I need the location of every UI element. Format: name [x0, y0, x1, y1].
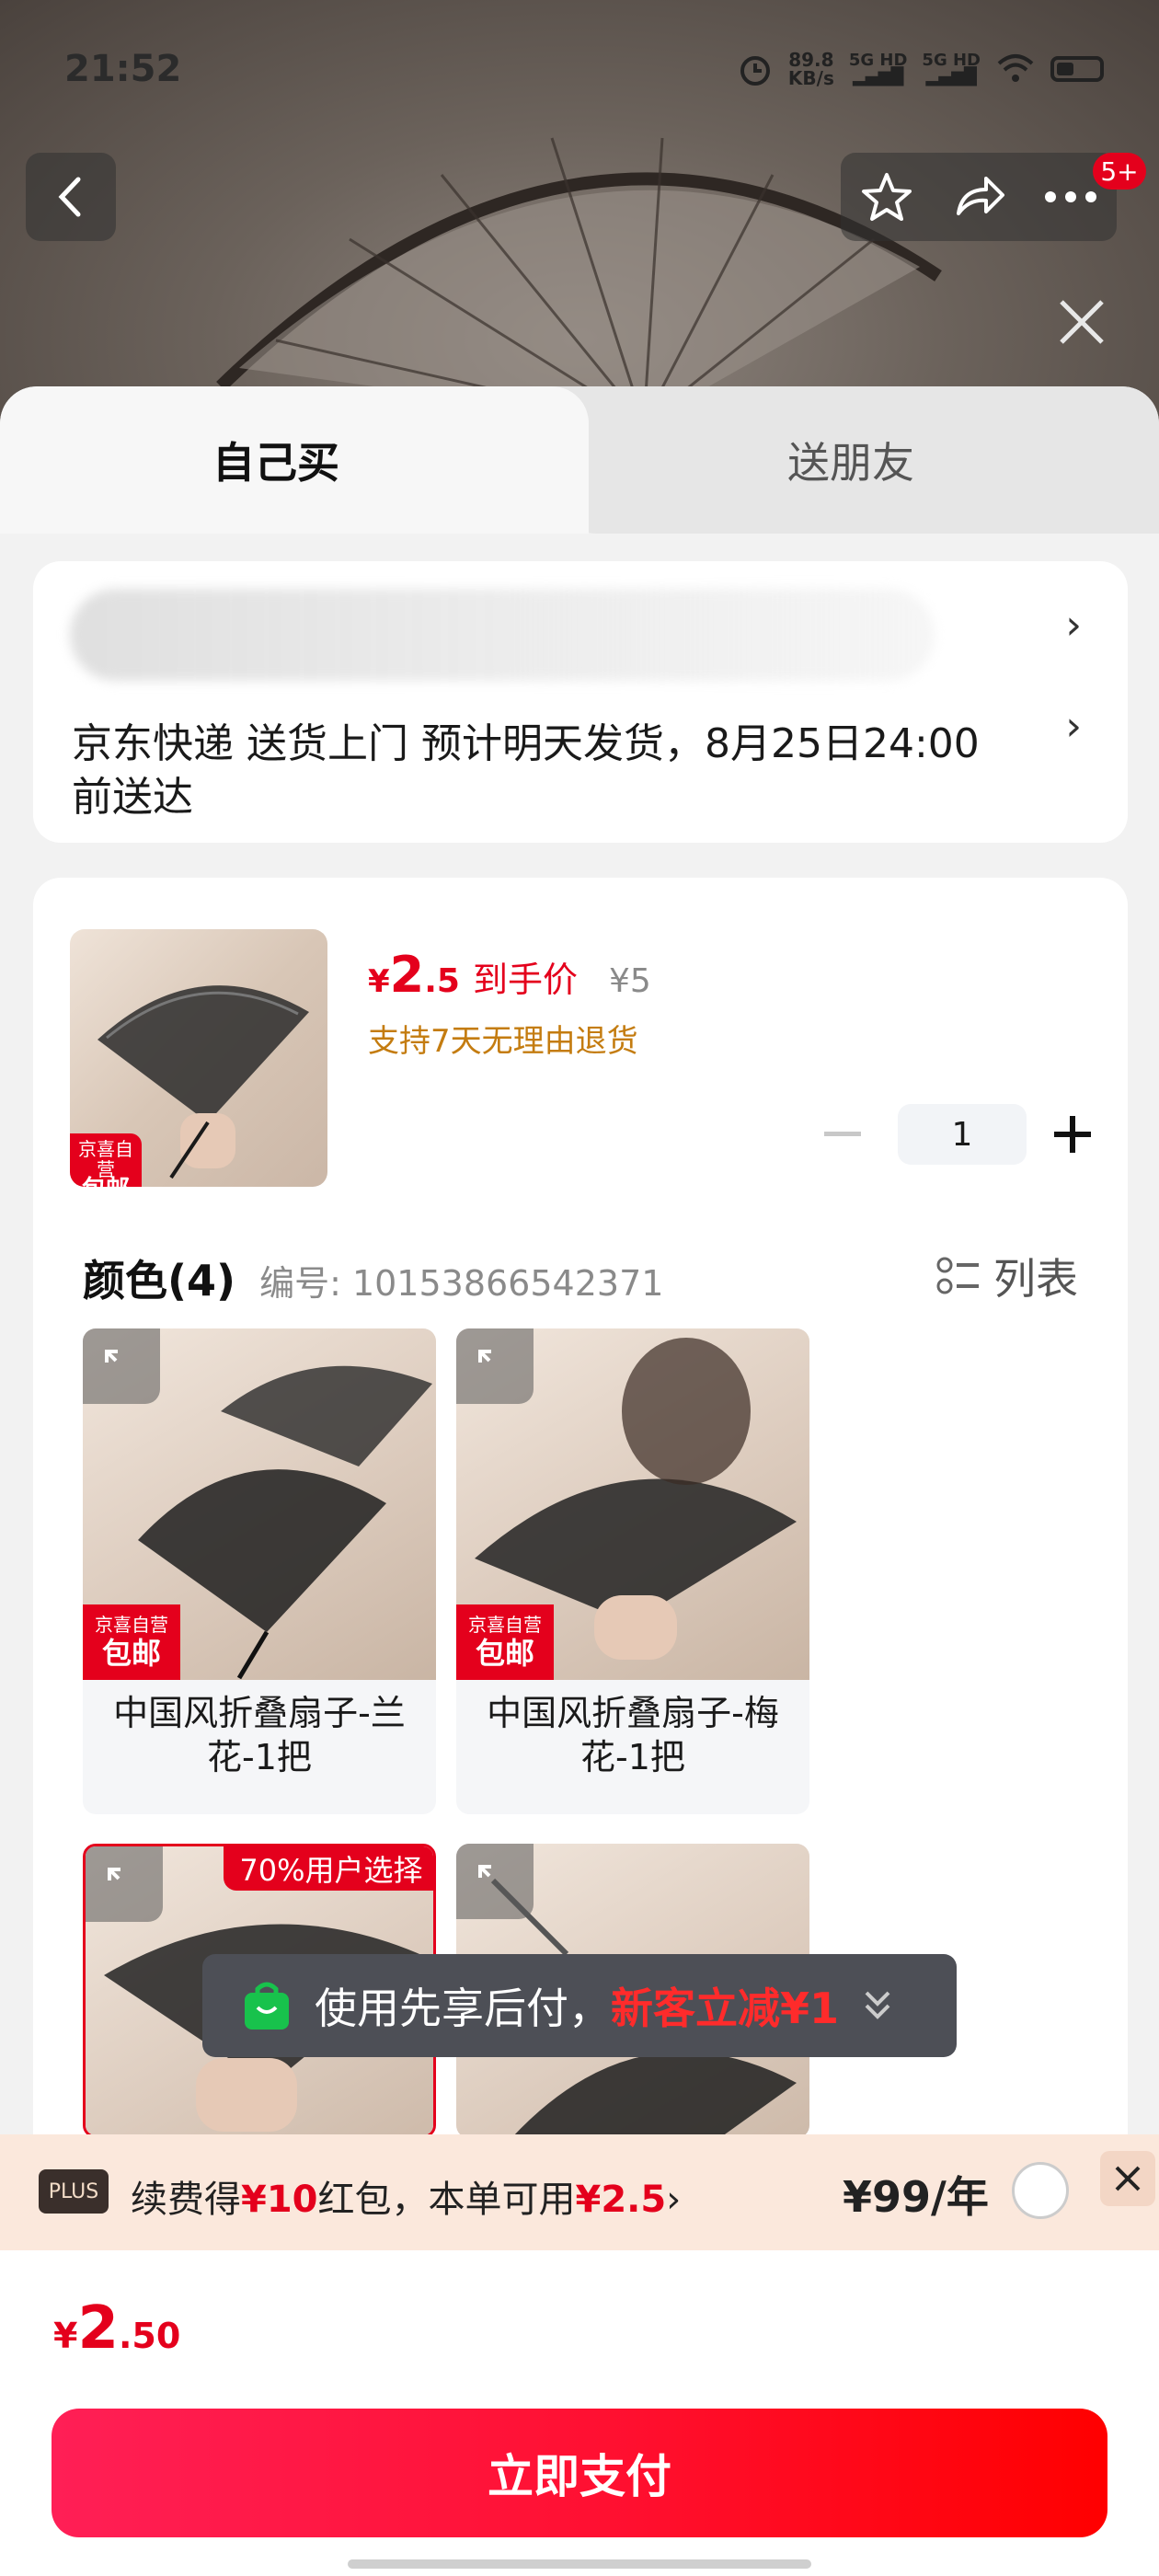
expand-icon-glyph: [478, 1865, 491, 1878]
minus-icon: [824, 1132, 861, 1136]
double-chevron-down-icon: [865, 1991, 890, 2019]
delivery-info: 京东快递 送货上门 预计明天发货，8月25日24:00前送达: [72, 720, 980, 821]
home-indicator[interactable]: [348, 2559, 811, 2569]
option-tag: 京喜自营 包邮: [83, 1604, 180, 1680]
total-symbol: ¥: [53, 2316, 78, 2356]
battery-icon: [1050, 56, 1104, 82]
toast-highlight: 新客立减¥1: [611, 1984, 840, 2033]
original-price: ¥5: [609, 962, 651, 1000]
price-integer: 2: [389, 946, 425, 1004]
total-price: ¥2.50: [53, 2294, 180, 2363]
color-option[interactable]: 京喜自营 包邮 中国风折叠扇子-兰花-1把: [83, 1328, 436, 1814]
decrease-button[interactable]: [806, 1102, 879, 1167]
plus-promo-text: 续费得¥10红包，本单可用¥2.5›: [131, 2169, 681, 2223]
option-tag: 京喜自营 包邮: [456, 1604, 554, 1680]
address-card[interactable]: › 京东快递 送货上门 预计明天发货，8月25日24:00前送达 ›: [33, 561, 1128, 843]
tag-bottom-text: 包邮: [101, 1636, 161, 1671]
list-label: 列表: [993, 1254, 1078, 1304]
plus-tag: PLUS: [39, 2169, 109, 2214]
pay-later-toast[interactable]: 使用先享后付，新客立减¥1: [202, 1954, 957, 2057]
quantity-input[interactable]: 1: [898, 1104, 1027, 1165]
chevron-right-icon: ›: [1065, 703, 1082, 750]
plus-text-b: ¥10: [241, 2179, 318, 2221]
alarm-icon: [740, 56, 770, 86]
expand-icon-glyph: [478, 1350, 491, 1363]
color-section-header: 颜色(4) 编号: 10153866542371: [83, 1248, 663, 1308]
price-label: 到手价: [472, 960, 578, 1000]
plus-membership-bar[interactable]: PLUS 续费得¥10红包，本单可用¥2.5› ¥99/年: [0, 2134, 1159, 2250]
net-speed-unit: KB/s: [787, 67, 834, 89]
tag-top-text: 京喜自营: [468, 1614, 542, 1636]
more-icon[interactable]: [1043, 188, 1098, 206]
plus-text-c: 红包，本单可用: [317, 2179, 576, 2221]
toast-prefix: 使用先享后付，: [315, 1984, 611, 2033]
color-option[interactable]: 京喜自营 包邮 中国风折叠扇子-梅花-1把: [456, 1328, 809, 1814]
tag-top-text: 京喜自营: [95, 1614, 168, 1636]
price-line: ¥2.5 到手价 ¥5: [368, 946, 651, 1004]
expand-icon-glyph: [105, 1350, 118, 1363]
network-speed: 89.8 KB/s: [788, 51, 834, 87]
plus-text-a: 续费得: [131, 2179, 241, 2221]
close-icon: [1115, 2166, 1141, 2191]
address-redacted: [70, 589, 935, 681]
expand-icon[interactable]: [83, 1328, 160, 1404]
option-label: 中国风折叠扇子-兰花-1把: [113, 1693, 406, 1777]
plus-icon: [1054, 1116, 1091, 1153]
expand-icon[interactable]: [456, 1328, 534, 1404]
expand-icon[interactable]: [456, 1844, 534, 1919]
plus-close-button[interactable]: [1100, 2151, 1155, 2206]
increase-button[interactable]: [1045, 1102, 1100, 1167]
tag-bottom-text: 包邮: [70, 1178, 142, 1187]
checkout-footer: ¥2.50 立即支付: [0, 2250, 1159, 2576]
wifi-icon: [997, 54, 1034, 82]
share-icon[interactable]: [951, 169, 1006, 224]
plus-text-d: ¥2.5: [575, 2179, 667, 2221]
return-policy: 支持7天无理由退货: [368, 1023, 638, 1060]
tab-self[interactable]: 自己买: [0, 386, 589, 534]
price-decimal: .5: [424, 962, 460, 1000]
quantity-stepper: 1: [806, 1102, 1119, 1167]
tab-gift[interactable]: 送朋友: [543, 386, 1159, 534]
tag-bottom-text: 包邮: [475, 1636, 534, 1671]
product-code: 编号: 10153866542371: [259, 1263, 664, 1304]
back-button[interactable]: [26, 153, 116, 241]
total-integer: 2: [77, 2294, 119, 2363]
chevron-left-icon: [58, 177, 81, 217]
top-action-bar: [841, 153, 1117, 241]
plus-radio-button[interactable]: [1012, 2162, 1069, 2219]
net-speed-value: 89.8: [788, 49, 834, 71]
star-icon[interactable]: [859, 169, 914, 224]
list-view-toggle[interactable]: 列表: [936, 1246, 1078, 1306]
shopping-bag-icon: [245, 1982, 289, 2030]
option-label: 中国风折叠扇子-梅花-1把: [487, 1693, 779, 1777]
signal-bars-icon: ▂▄▆█: [852, 67, 904, 86]
sim2-signal: 5G HD ▂▄▆█: [922, 52, 981, 86]
color-title: 颜色(4): [83, 1256, 236, 1305]
status-icons: 89.8 KB/s 5G HD ▂▄▆█ 5G HD ▂▄▆█: [737, 46, 1104, 92]
close-icon[interactable]: [1054, 294, 1109, 350]
popular-badge: 70%用户选择: [224, 1846, 433, 1891]
expand-icon-glyph: [108, 1868, 120, 1880]
toast-message: 使用先享后付，新客立减¥1: [315, 1975, 839, 2036]
status-bar: 21:52 89.8 KB/s 5G HD ▂▄▆█ 5G HD ▂▄▆█: [0, 0, 1159, 138]
sim1-signal: 5G HD ▂▄▆█: [849, 52, 908, 86]
list-icon: [936, 1257, 979, 1294]
purchase-tabs: 送朋友 自己买: [0, 386, 1159, 534]
pay-now-button[interactable]: 立即支付: [52, 2409, 1107, 2537]
chevron-right-icon: ›: [666, 2179, 682, 2221]
product-thumbnail[interactable]: 京喜自营包邮: [70, 929, 327, 1187]
total-decimal: .50: [118, 2316, 181, 2356]
chevron-right-icon: ›: [1065, 602, 1082, 649]
final-price: ¥2.5: [368, 946, 460, 1004]
message-badge: 5+: [1093, 153, 1146, 190]
thumb-tag: 京喜自营包邮: [70, 1133, 142, 1187]
signal-bars-icon: ▂▄▆█: [925, 67, 977, 86]
price-symbol: ¥: [368, 963, 390, 1000]
plus-price: ¥99/年: [843, 2172, 989, 2222]
status-time: 21:52: [64, 48, 182, 90]
expand-icon[interactable]: [86, 1846, 163, 1922]
tag-top-text: 京喜自营: [78, 1138, 133, 1180]
